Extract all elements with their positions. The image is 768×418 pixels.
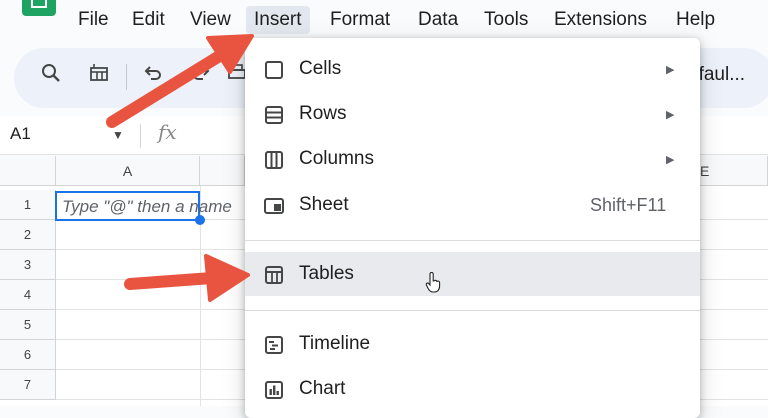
undo-icon[interactable] (142, 62, 164, 90)
menu-item-label: Rows (299, 103, 347, 124)
fill-handle[interactable] (195, 215, 205, 225)
menu-divider (245, 310, 700, 311)
toolbar-separator (126, 64, 127, 90)
fx-icon: fx (158, 120, 177, 144)
sheet-icon (262, 194, 286, 218)
column-header-a[interactable]: A (56, 156, 200, 186)
rows-icon (262, 103, 286, 127)
column-header-e[interactable]: E (700, 156, 768, 186)
search-icon[interactable] (40, 62, 62, 90)
timeline-icon (262, 333, 286, 357)
table-icon[interactable] (88, 62, 110, 90)
submenu-arrow-icon: ▶ (666, 64, 675, 76)
row-header-4[interactable]: 4 (0, 280, 56, 310)
menu-divider (245, 240, 700, 241)
columns-icon (262, 148, 286, 172)
menu-item-label: Columns (299, 148, 374, 169)
row-header-7[interactable]: 7 (0, 370, 56, 400)
name-box[interactable]: A1 (10, 124, 31, 144)
row-header-1[interactable]: 1 (0, 190, 56, 220)
redo-icon[interactable] (190, 62, 212, 90)
checkbox-square-icon (262, 58, 286, 82)
cell-placeholder-text: Type "@" then a name (62, 197, 232, 216)
hand-cursor-icon (424, 271, 442, 299)
menu-view[interactable]: View (186, 6, 235, 34)
menu-data[interactable]: Data (414, 6, 462, 34)
menu-item-label: Timeline (299, 333, 371, 354)
sheets-logo-icon[interactable] (22, 0, 56, 16)
menu-insert[interactable]: Insert (246, 6, 310, 34)
menu-item-label: Chart (299, 378, 346, 399)
row-header-5[interactable]: 5 (0, 310, 56, 340)
submenu-arrow-icon: ▶ (666, 154, 675, 166)
menu-edit[interactable]: Edit (128, 6, 169, 34)
menu-item-label: Tables (299, 263, 354, 284)
table-grid-icon (262, 263, 286, 287)
shortcut-label: Shift+F11 (590, 195, 667, 215)
column-header-b[interactable] (200, 156, 245, 186)
submenu-arrow-icon: ▶ (666, 109, 675, 121)
row-header-3[interactable]: 3 (0, 250, 56, 280)
menu-item-label: Sheet (299, 194, 349, 215)
menu-format[interactable]: Format (326, 6, 394, 34)
chart-icon (262, 378, 286, 402)
menu-item-label: Cells (299, 58, 342, 79)
row-header-6[interactable]: 6 (0, 340, 56, 370)
menu-extensions[interactable]: Extensions (550, 6, 651, 34)
select-all-corner[interactable] (0, 156, 56, 186)
chevron-down-icon[interactable]: ▼ (112, 128, 124, 142)
menu-tools[interactable]: Tools (480, 6, 532, 34)
menu-help[interactable]: Help (672, 6, 719, 34)
formula-separator (140, 124, 141, 148)
menu-file[interactable]: File (74, 6, 113, 34)
row-header-2[interactable]: 2 (0, 220, 56, 250)
